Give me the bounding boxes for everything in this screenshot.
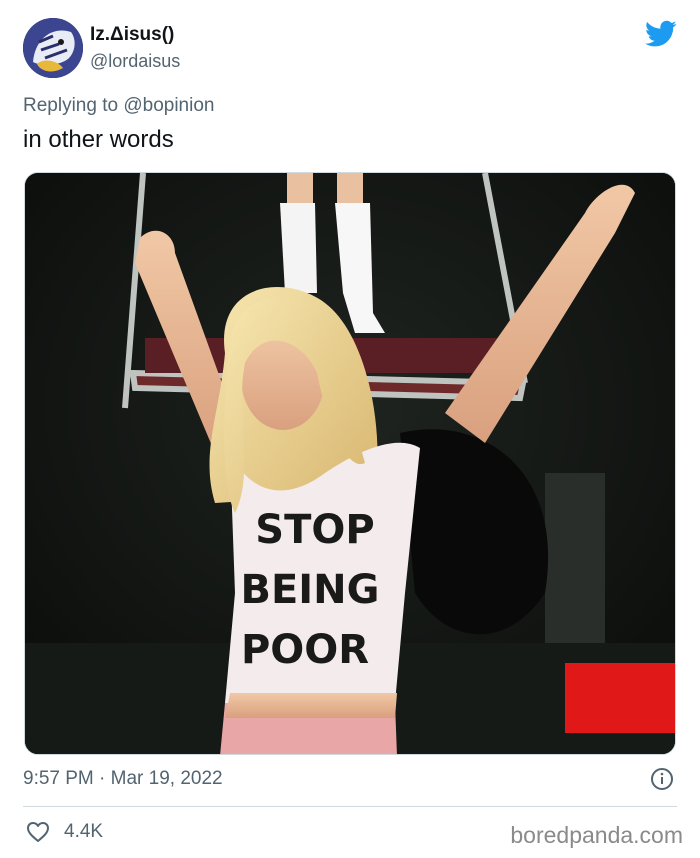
tweet-header: Iz.Δisus() @lordaisus (23, 18, 679, 78)
reply-context: Replying to @bopinion (23, 95, 214, 117)
tweet-photo[interactable]: STOP BEING POOR (24, 172, 676, 755)
author-names: Iz.Δisus() @lordaisus (90, 23, 180, 73)
like-count: 4.4K (64, 821, 104, 842)
shirt-text-line-2: BEING (240, 567, 379, 613)
avatar[interactable] (23, 18, 83, 78)
user-handle[interactable]: @lordaisus (90, 49, 180, 73)
shirt-text-line-1: STOP (255, 507, 374, 553)
watermark: boredpanda.com (510, 822, 683, 848)
heart-icon[interactable] (26, 821, 50, 843)
like-action[interactable]: 4.4K (26, 819, 103, 845)
display-name[interactable]: Iz.Δisus() (90, 23, 180, 47)
tweet-timestamp[interactable]: 9:57 PM · Mar 19, 2022 (23, 768, 223, 790)
tweet-text: in other words (23, 126, 174, 153)
twitter-bird-icon[interactable] (645, 20, 677, 48)
divider (23, 806, 677, 807)
reply-mention-link[interactable]: @bopinion (123, 95, 214, 116)
shirt-text-line-3: POOR (241, 627, 369, 673)
info-icon[interactable] (650, 767, 674, 791)
reply-prefix: Replying to (23, 95, 119, 116)
tweet-card: Iz.Δisus() @lordaisus Replying to @bopin… (0, 0, 700, 858)
